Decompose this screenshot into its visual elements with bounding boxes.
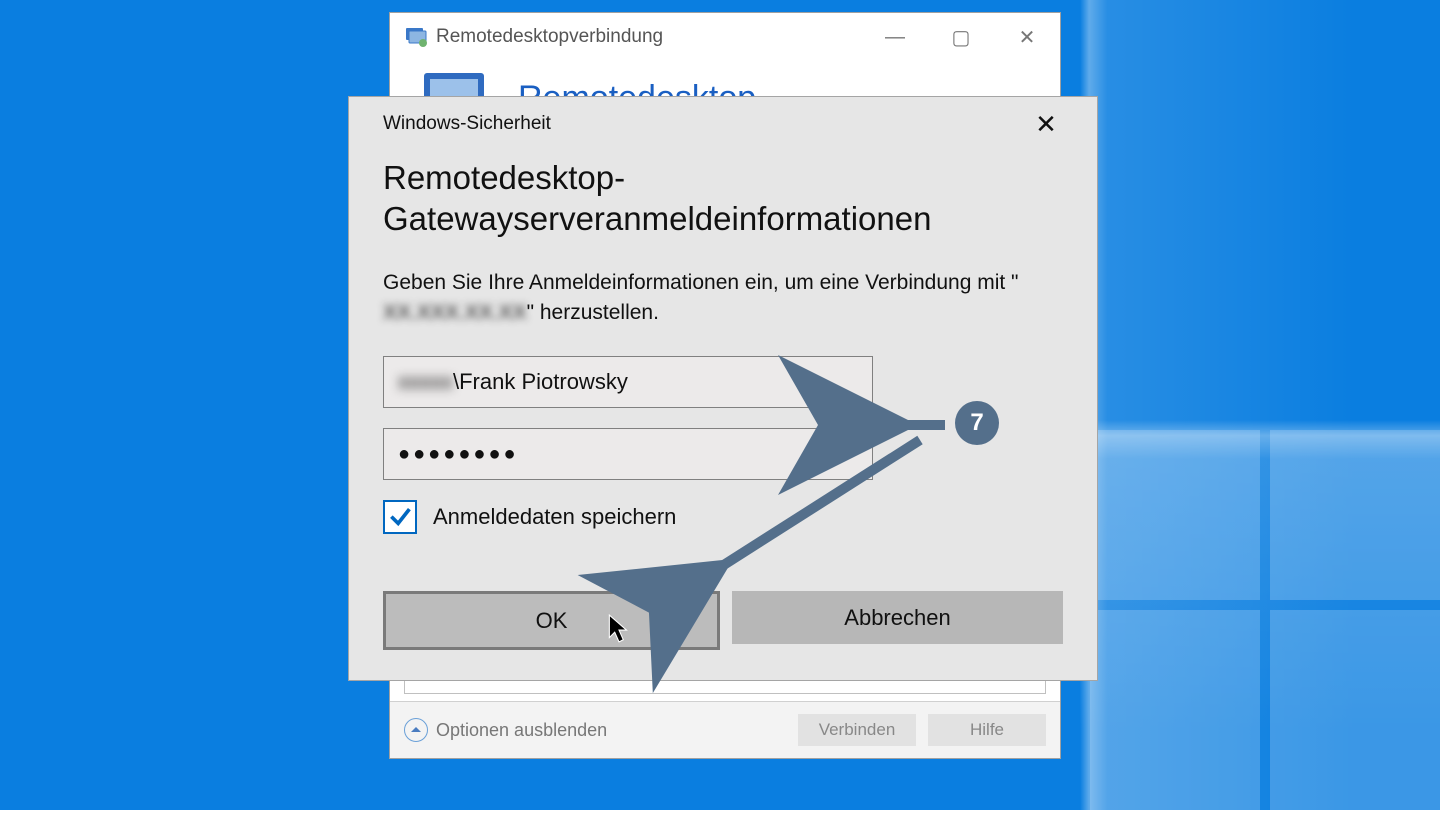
password-field[interactable]: ●●●●●●●●: [383, 428, 873, 480]
security-dialog-heading: Remotedesktop-Gatewayserveranmeldeinform…: [383, 157, 1063, 240]
mouse-cursor-icon: [608, 614, 630, 644]
rdc-app-icon: [404, 25, 428, 49]
remember-credentials-label: Anmeldedaten speichern: [433, 504, 676, 530]
security-dialog-prompt: Geben Sie Ihre Anmeldeinformationen ein,…: [383, 268, 1063, 329]
username-field[interactable]: xxxxx\Frank Piotrowsky: [383, 356, 873, 408]
ok-button[interactable]: OK: [383, 591, 720, 650]
cancel-button[interactable]: Abbrechen: [732, 591, 1063, 644]
rdc-minimize-button[interactable]: —: [862, 13, 928, 61]
rdc-title-text: Remotedesktopverbindung: [436, 26, 663, 48]
rdc-close-button[interactable]: ✕: [994, 13, 1060, 61]
dialog-close-button[interactable]: ✕: [1029, 107, 1063, 141]
remember-credentials-checkbox[interactable]: [383, 500, 417, 534]
windows-security-dialog: Windows-Sicherheit ✕ Remotedesktop-Gatew…: [348, 96, 1098, 681]
annotation-step-badge: 7: [955, 401, 999, 445]
connect-button[interactable]: Verbinden: [798, 714, 916, 746]
rdc-titlebar[interactable]: Remotedesktopverbindung — ▢ ✕: [390, 13, 1060, 61]
rdc-maximize-button[interactable]: ▢: [928, 13, 994, 61]
security-dialog-title: Windows-Sicherheit: [383, 113, 551, 135]
options-toggle[interactable]: Optionen ausblenden: [436, 720, 607, 741]
help-button[interactable]: Hilfe: [928, 714, 1046, 746]
chevron-up-icon[interactable]: [404, 718, 428, 742]
